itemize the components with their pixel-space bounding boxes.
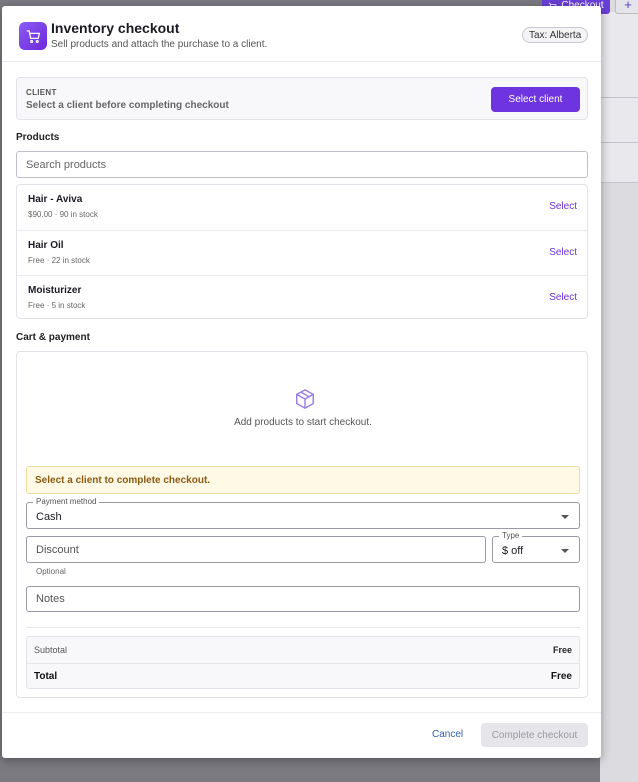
meta-separator: · xyxy=(46,256,50,265)
order-summary: Subtotal Free Total Free xyxy=(26,636,580,689)
product-row: Hair - Aviva $90.00 · 90 in stock Select xyxy=(17,185,587,230)
product-price: $90.00 xyxy=(28,210,53,219)
meta-separator: · xyxy=(46,301,50,310)
select-client-button[interactable]: Select client xyxy=(491,87,580,112)
total-label: Total xyxy=(34,671,58,682)
client-label: CLIENT xyxy=(26,88,57,97)
product-row: Moisturizer Free · 5 in stock Select xyxy=(17,275,587,320)
package-icon xyxy=(296,389,314,409)
payment-method-select[interactable]: Payment method Cash xyxy=(26,497,580,529)
chevron-down-icon xyxy=(561,515,569,519)
product-meta: $90.00 · 90 in stock xyxy=(28,210,98,219)
background-divider xyxy=(600,142,638,143)
subtotal-label: Subtotal xyxy=(34,645,68,655)
product-price: Free xyxy=(28,301,45,310)
inventory-checkout-modal: Inventory checkout Sell products and att… xyxy=(2,6,601,758)
discount-field[interactable] xyxy=(26,536,486,563)
select-product-button[interactable]: Select xyxy=(549,201,577,212)
plus-icon: + xyxy=(624,0,632,12)
subtotal-row: Subtotal Free xyxy=(27,637,579,663)
product-stock: 5 in stock xyxy=(51,301,86,310)
discount-type-select[interactable]: Type $ off xyxy=(492,531,580,563)
product-name: Hair - Aviva xyxy=(28,194,83,205)
client-card: CLIENT Select a client before completing… xyxy=(16,77,588,120)
product-meta: Free · 5 in stock xyxy=(28,301,85,310)
products-section-title: Products xyxy=(16,132,60,143)
product-stock: 22 in stock xyxy=(51,256,90,265)
cart-section-title: Cart & payment xyxy=(16,332,90,343)
complete-checkout-button[interactable]: Complete checkout xyxy=(481,723,588,747)
modal-title: Inventory checkout xyxy=(51,20,180,36)
product-price: Free xyxy=(28,256,45,265)
product-stock: 90 in stock xyxy=(59,210,98,219)
background-add-button[interactable]: + xyxy=(615,0,638,14)
empty-cart-text: Add products to start checkout. xyxy=(234,417,372,428)
product-name: Moisturizer xyxy=(28,285,82,296)
shopping-cart-icon xyxy=(19,22,47,50)
modal-footer: Cancel Complete checkout xyxy=(2,712,601,758)
tax-badge: Tax: Alberta xyxy=(522,27,589,43)
product-list: Hair - Aviva $90.00 · 90 in stock Select… xyxy=(16,184,588,319)
client-hint: Select a client before completing checko… xyxy=(26,100,229,111)
select-product-button[interactable]: Select xyxy=(549,247,577,258)
modal-subtitle: Sell products and attach the purchase to… xyxy=(51,39,268,50)
modal-header: Inventory checkout Sell products and att… xyxy=(2,6,601,62)
cart-card: Add products to start checkout. Select a… xyxy=(16,351,588,698)
subtotal-value: Free xyxy=(552,645,572,655)
meta-separator: · xyxy=(54,210,58,219)
client-required-warning: Select a client to complete checkout. xyxy=(26,466,580,494)
chevron-down-icon xyxy=(561,549,569,553)
cancel-button[interactable]: Cancel xyxy=(432,729,463,740)
total-value: Free xyxy=(550,671,572,682)
notes-field[interactable] xyxy=(26,586,580,612)
payment-method-value: Cash xyxy=(36,511,62,523)
product-row: Hair Oil Free · 22 in stock Select xyxy=(17,230,587,275)
background-divider xyxy=(600,182,638,183)
payment-method-legend: Payment method xyxy=(33,497,100,506)
discount-type-value: $ off xyxy=(502,545,524,557)
select-product-button[interactable]: Select xyxy=(549,292,577,303)
divider xyxy=(26,627,580,628)
search-products-input[interactable] xyxy=(16,151,588,178)
discount-helper: Optional xyxy=(36,567,66,576)
product-name: Hair Oil xyxy=(28,240,64,251)
product-meta: Free · 22 in stock xyxy=(28,256,90,265)
discount-type-legend: Type xyxy=(499,531,523,540)
total-row: Total Free xyxy=(27,663,579,689)
background-divider xyxy=(600,97,638,98)
